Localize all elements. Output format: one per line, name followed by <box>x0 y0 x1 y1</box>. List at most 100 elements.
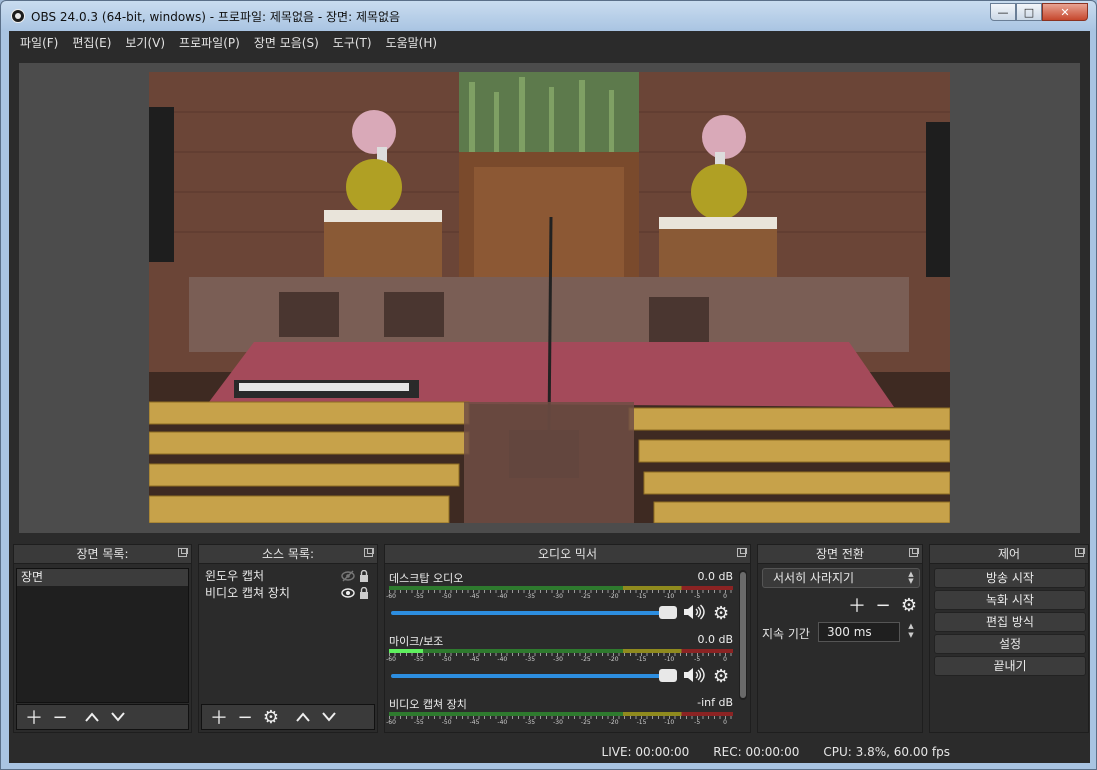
title-bar[interactable]: OBS 24.0.3 (64-bit, windows) - 프로파일: 제목없… <box>1 1 1096 31</box>
meter-tick-label: 0 <box>723 656 727 663</box>
settings-button[interactable]: 설정 <box>934 634 1086 654</box>
meter-tick-label: -5 <box>694 719 701 726</box>
volume-slider[interactable] <box>391 606 677 619</box>
menu-view[interactable]: 보기(V) <box>118 31 172 55</box>
duration-label: 지속 기간 <box>762 627 810 641</box>
sources-dock-title[interactable]: 소스 목록: <box>198 544 378 564</box>
gear-icon[interactable]: ⚙ <box>713 603 729 624</box>
gear-icon[interactable]: ⚙ <box>713 666 729 687</box>
meter-tick-label: -10 <box>664 719 675 726</box>
transitions-dock-title[interactable]: 장면 전환 <box>757 544 923 564</box>
sources-dock: 소스 목록: 윈도우 캡처 비디오 캡쳐 장치 ＋ − ⚙ <box>198 544 378 733</box>
undock-icon[interactable] <box>737 548 747 557</box>
maximize-button[interactable]: □ <box>1016 3 1042 21</box>
mixer-dock-title[interactable]: 오디오 믹서 <box>384 544 751 564</box>
slider-handle[interactable] <box>659 606 677 619</box>
mixer-scrollbar[interactable] <box>739 570 747 700</box>
close-button[interactable]: ✕ <box>1042 3 1088 21</box>
menu-tools[interactable]: 도구(T) <box>326 31 379 55</box>
move-up-icon[interactable] <box>290 706 316 728</box>
undock-icon[interactable] <box>364 548 374 557</box>
scene-list[interactable]: 장면 <box>16 568 189 703</box>
channel-level: -inf dB <box>697 696 733 709</box>
source-list[interactable]: 윈도우 캡처 비디오 캡쳐 장치 <box>201 568 375 703</box>
meter-tick-label: -15 <box>636 656 647 663</box>
menu-file[interactable]: 파일(F) <box>13 31 65 55</box>
gear-icon[interactable]: ⚙ <box>896 594 922 616</box>
source-item[interactable]: 비디오 캡쳐 장치 <box>201 585 375 602</box>
obs-logo-icon <box>11 9 25 23</box>
preview-image <box>149 72 950 523</box>
eye-visible-icon[interactable] <box>341 587 355 599</box>
lock-icon[interactable] <box>357 587 371 599</box>
meter-tick-label: -55 <box>413 593 424 600</box>
meter-tick-label: -5 <box>694 656 701 663</box>
slider-handle[interactable] <box>659 669 677 682</box>
gear-icon[interactable]: ⚙ <box>258 706 284 728</box>
meter-tick-label: -40 <box>497 593 508 600</box>
remove-scene-icon[interactable]: − <box>47 706 73 728</box>
source-label: 비디오 캡쳐 장치 <box>205 586 290 600</box>
preview-area[interactable] <box>19 63 1080 533</box>
cpu-status: CPU: 3.8%, 60.00 fps <box>823 745 950 759</box>
controls-dock-title[interactable]: 제어 <box>929 544 1089 564</box>
undock-icon[interactable] <box>909 548 919 557</box>
meter-tick-label: -25 <box>580 719 591 726</box>
live-status: LIVE: 00:00:00 <box>601 745 690 759</box>
spinner-arrows-icon[interactable]: ▲ ▼ <box>904 622 918 642</box>
menu-bar: 파일(F) 편집(E) 보기(V) 프로파일(P) 장면 모음(S) 도구(T)… <box>9 31 1090 55</box>
meter-tick-label: -50 <box>441 656 452 663</box>
mixer-channel: 비디오 캡쳐 장치 -inf dB -60 -55 -50 -45 -40 -35 -30 -25… <box>386 696 733 728</box>
exit-button[interactable]: 끝내기 <box>934 656 1086 676</box>
sources-toolbar: ＋ − ⚙ <box>201 704 375 730</box>
add-source-icon[interactable]: ＋ <box>206 706 232 729</box>
menu-scene-collection[interactable]: 장면 모음(S) <box>247 31 326 55</box>
undock-icon[interactable] <box>1075 548 1085 557</box>
speaker-icon[interactable] <box>683 604 705 623</box>
meter-tick-label: -45 <box>469 593 480 600</box>
volume-slider[interactable] <box>391 669 677 682</box>
remove-transition-icon[interactable]: − <box>870 594 896 616</box>
scrollbar-thumb[interactable] <box>740 572 746 698</box>
speaker-icon[interactable] <box>683 667 705 686</box>
source-item[interactable]: 윈도우 캡처 <box>201 568 375 585</box>
minimize-button[interactable]: — <box>990 3 1016 21</box>
transition-select[interactable]: 서서히 사라지기 ▲ ▼ <box>762 568 920 588</box>
meter-ticks: -60 -55 -50 -45 -40 -35 -30 -25 -20 -15 -10 -5 0 <box>386 653 733 665</box>
scenes-dock: 장면 목록: 장면 ＋ − <box>13 544 192 733</box>
main-client: 파일(F) 편집(E) 보기(V) 프로파일(P) 장면 모음(S) 도구(T)… <box>9 31 1090 763</box>
undock-icon[interactable] <box>178 548 188 557</box>
meter-ticks: -60 -55 -50 -45 -40 -35 -30 -25 -20 -15 -10 -5 0 <box>386 716 733 728</box>
menu-help[interactable]: 도움말(H) <box>379 31 445 55</box>
transition-select-value: 서서히 사라지기 <box>773 571 855 585</box>
scenes-dock-title[interactable]: 장면 목록: <box>13 544 192 564</box>
start-streaming-button[interactable]: 방송 시작 <box>934 568 1086 588</box>
meter-tick-label: -60 <box>386 593 396 600</box>
meter-tick-label: -25 <box>580 656 591 663</box>
mixer-channel: 데스크탑 오디오 0.0 dB -60 -55 -50 -45 -40 -35 -30 -25 -2… <box>386 570 733 624</box>
move-down-icon[interactable] <box>316 706 342 728</box>
studio-mode-button[interactable]: 편집 방식 <box>934 612 1086 632</box>
add-transition-icon[interactable]: ＋ <box>844 594 870 617</box>
mixer-body: 데스크탑 오디오 0.0 dB -60 -55 -50 -45 -40 -35 -30 -25 -2… <box>384 564 751 733</box>
channel-name: 마이크/보조 <box>389 635 444 648</box>
add-scene-icon[interactable]: ＋ <box>21 706 47 729</box>
mixer-channel: 마이크/보조 0.0 dB -60 -55 -50 -45 -40 -35 -30 -25 -20-… <box>386 633 733 687</box>
scenes-dock-label: 장면 목록: <box>76 547 129 561</box>
channel-level: 0.0 dB <box>697 570 733 583</box>
menu-edit[interactable]: 편집(E) <box>65 31 118 55</box>
eye-hidden-icon[interactable] <box>341 570 355 582</box>
meter-tick-label: -20 <box>608 719 619 726</box>
meter-tick-label: -15 <box>636 593 647 600</box>
meter-tick-label: 0 <box>723 593 727 600</box>
move-down-icon[interactable] <box>105 706 131 728</box>
remove-source-icon[interactable]: − <box>232 706 258 728</box>
video-preview[interactable] <box>149 72 950 523</box>
scene-item[interactable]: 장면 <box>17 569 188 586</box>
duration-input[interactable]: 300 ms <box>818 622 900 642</box>
start-recording-button[interactable]: 녹화 시작 <box>934 590 1086 610</box>
menu-profile[interactable]: 프로파일(P) <box>172 31 247 55</box>
move-up-icon[interactable] <box>79 706 105 728</box>
window-title: OBS 24.0.3 (64-bit, windows) - 프로파일: 제목없… <box>31 10 401 24</box>
lock-icon[interactable] <box>357 570 371 582</box>
